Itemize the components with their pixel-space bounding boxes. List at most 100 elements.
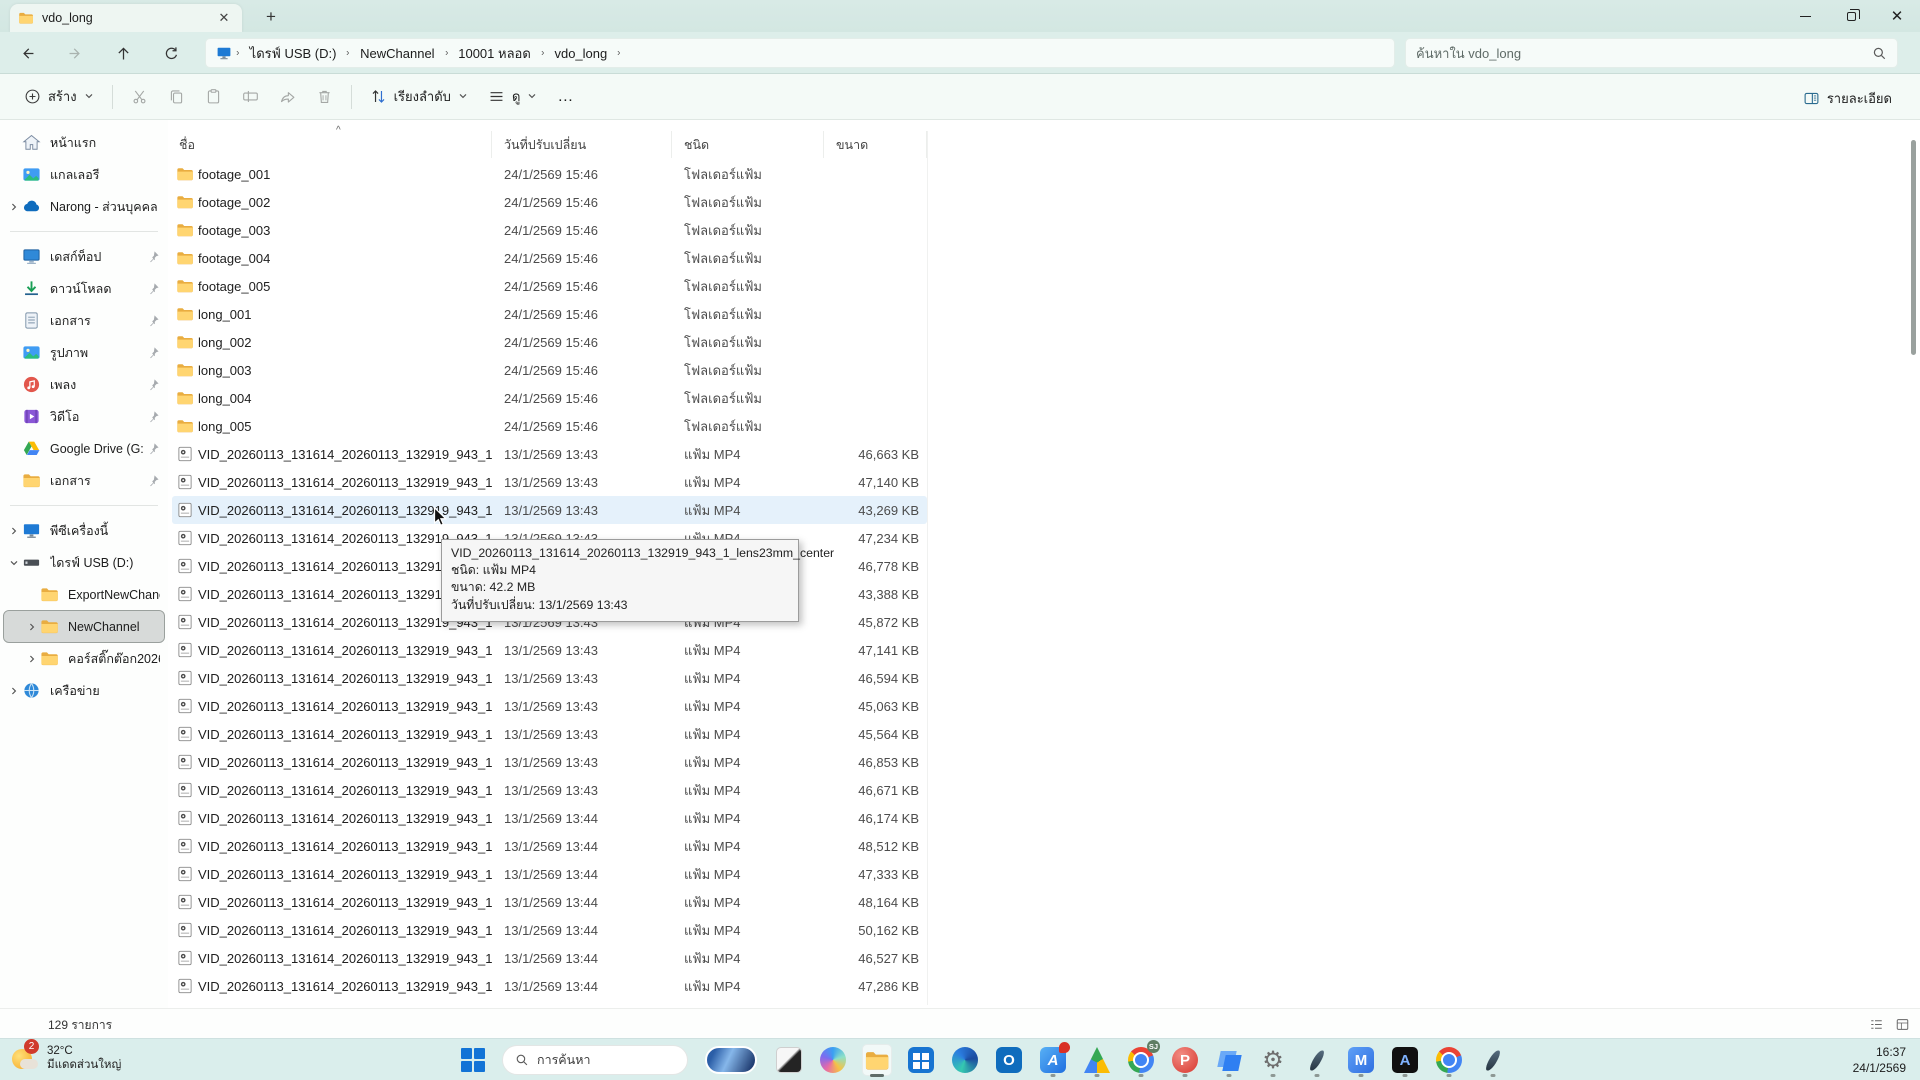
sidebar-item-เดสก์ท็อป[interactable]: เดสก์ท็อป xyxy=(4,241,164,272)
folder-row[interactable]: long_005 24/1/2569 15:46 โฟลเดอร์แฟ้ม xyxy=(172,412,927,440)
sidebar-item-เครือข่าย[interactable]: เครือข่าย xyxy=(4,675,164,706)
breadcrumb-chevron-icon[interactable]: › xyxy=(441,48,452,59)
folder-row[interactable]: long_002 24/1/2569 15:46 โฟลเดอร์แฟ้ม xyxy=(172,328,927,356)
new-tab-button[interactable]: + xyxy=(258,5,284,29)
file-row[interactable]: VID_20260113_131614_20260113_132919_943_… xyxy=(172,692,927,720)
file-row[interactable]: VID_20260113_131614_20260113_132919_943_… xyxy=(172,916,927,944)
large-icons-view-toggle[interactable] xyxy=(1892,1014,1912,1034)
copilot-icon[interactable] xyxy=(818,1044,848,1076)
minimize-button[interactable] xyxy=(1782,0,1828,32)
more-options-button[interactable]: … xyxy=(547,81,584,113)
m-app-icon[interactable]: M xyxy=(1346,1044,1376,1076)
sidebar-item-รูปภาพ[interactable]: รูปภาพ xyxy=(4,337,164,368)
details-pane-button[interactable]: รายละเอียด xyxy=(1793,81,1902,116)
folder-row[interactable]: footage_004 24/1/2569 15:46 โฟลเดอร์แฟ้ม xyxy=(172,244,927,272)
sidebar-item-narong---ส่วนบุคคล[interactable]: Narong - ส่วนบุคคล xyxy=(4,191,164,222)
breadcrumb-chevron-icon[interactable]: › xyxy=(233,48,244,59)
sidebar-item-เอกสาร[interactable]: เอกสาร xyxy=(4,305,164,336)
folder-row[interactable]: long_001 24/1/2569 15:46 โฟลเดอร์แฟ้ม xyxy=(172,300,927,328)
new-button[interactable]: สร้าง xyxy=(14,79,104,114)
breadcrumb[interactable]: ›ไดรฟ์ USB (D:)›NewChannel›10001 หลอด›vd… xyxy=(205,38,1395,68)
delete-button[interactable] xyxy=(306,81,343,112)
sidebar-item-แกลเลอรี[interactable]: แกลเลอรี xyxy=(4,159,164,190)
share-button[interactable] xyxy=(269,81,306,112)
search-input[interactable] xyxy=(1416,46,1872,61)
this-pc-icon[interactable] xyxy=(216,45,232,61)
file-row[interactable]: VID_20260113_131614_20260113_132919_943_… xyxy=(172,776,927,804)
close-button[interactable]: ✕ xyxy=(1874,0,1920,32)
breadcrumb-item[interactable]: vdo_long xyxy=(548,44,613,63)
sidebar-item-คอร์สติ๊กต๊อก2026[interactable]: คอร์สติ๊กต๊อก2026 xyxy=(4,643,164,674)
folder-row[interactable]: footage_002 24/1/2569 15:46 โฟลเดอร์แฟ้ม xyxy=(172,188,927,216)
chrome-profile-icon[interactable]: SJ xyxy=(1126,1044,1156,1076)
view-button[interactable]: ดู xyxy=(478,79,547,114)
tab-close-icon[interactable]: ✕ xyxy=(214,8,234,28)
breadcrumb-chevron-icon[interactable]: › xyxy=(537,48,548,59)
sidebar-item-google-drive-(g:[interactable]: Google Drive (G: xyxy=(4,433,164,464)
quill-app-icon[interactable] xyxy=(1302,1044,1332,1076)
folder-row[interactable]: footage_001 24/1/2569 15:46 โฟลเดอร์แฟ้ม xyxy=(172,160,927,188)
file-explorer-icon[interactable] xyxy=(862,1044,892,1076)
column-header-size[interactable]: ขนาด xyxy=(824,131,927,158)
file-row[interactable]: VID_20260113_131614_20260113_132919_943_… xyxy=(172,888,927,916)
file-row[interactable]: VID_20260113_131614_20260113_132919_943_… xyxy=(172,832,927,860)
chevron-icon[interactable] xyxy=(6,202,22,212)
settings-gear-icon[interactable]: ⚙ xyxy=(1258,1044,1288,1076)
sidebar-item-พีซีเครื่องนี้[interactable]: พีซีเครื่องนี้ xyxy=(4,515,164,546)
scrollbar-thumb[interactable] xyxy=(1911,140,1916,355)
folder-row[interactable]: long_003 24/1/2569 15:46 โฟลเดอร์แฟ้ม xyxy=(172,356,927,384)
sidebar-item-เอกสาร[interactable]: เอกสาร xyxy=(4,465,164,496)
taskbar-clock[interactable]: 16:37 24/1/2569 xyxy=(1853,1045,1906,1076)
list-view-toggle[interactable] xyxy=(1866,1014,1886,1034)
forward-button[interactable] xyxy=(58,37,92,69)
file-row[interactable]: VID_20260113_131614_20260113_132919_943_… xyxy=(172,636,927,664)
breadcrumb-item[interactable]: 10001 หลอด xyxy=(452,41,537,66)
restore-button[interactable] xyxy=(1828,0,1874,32)
sidebar-item-ดาวน์โหลด[interactable]: ดาวน์โหลด xyxy=(4,273,164,304)
chevron-icon[interactable] xyxy=(24,622,40,632)
file-row[interactable]: VID_20260113_131614_20260113_132919_943_… xyxy=(172,720,927,748)
vertical-scrollbar[interactable] xyxy=(1908,128,1918,1006)
blue-layers-app-icon[interactable] xyxy=(1214,1044,1244,1076)
outlook-icon[interactable]: O xyxy=(994,1044,1024,1076)
google-drive-icon[interactable] xyxy=(1082,1044,1112,1076)
cut-button[interactable] xyxy=(121,81,158,112)
file-row[interactable]: VID_20260113_131614_20260113_132919_943_… xyxy=(172,748,927,776)
file-row[interactable]: VID_20260113_131614_20260113_132919_943_… xyxy=(172,440,927,468)
search-box[interactable] xyxy=(1405,38,1898,68)
breadcrumb-item[interactable]: ไดรฟ์ USB (D:) xyxy=(244,41,343,66)
sidebar-item-exportnewchanel[interactable]: ExportNewChanel xyxy=(4,579,164,610)
taskbar-search-input[interactable] xyxy=(537,1053,657,1067)
breadcrumb-chevron-icon[interactable]: › xyxy=(614,48,625,59)
explorer-tab[interactable]: vdo_long ✕ xyxy=(10,4,242,32)
up-button[interactable] xyxy=(106,37,140,69)
taskbar-search[interactable] xyxy=(502,1045,688,1075)
file-row[interactable]: VID_20260113_131614_20260113_132919_943_… xyxy=(172,804,927,832)
chevron-icon[interactable] xyxy=(24,654,40,664)
file-row[interactable]: VID_20260113_131614_20260113_132919_943_… xyxy=(172,860,927,888)
column-header-type[interactable]: ชนิด xyxy=(672,131,824,158)
a-app-icon[interactable]: A xyxy=(1390,1044,1420,1076)
start-button[interactable] xyxy=(458,1044,488,1076)
chevron-icon[interactable] xyxy=(6,558,22,568)
microsoft-store-icon[interactable] xyxy=(906,1044,936,1076)
column-header-name[interactable]: ชื่อ ^ xyxy=(172,131,492,158)
file-row[interactable]: VID_20260113_131614_20260113_132919_943_… xyxy=(172,944,927,972)
back-button[interactable] xyxy=(10,37,44,69)
edge-icon[interactable] xyxy=(950,1044,980,1076)
file-row[interactable]: VID_20260113_131614_20260113_132919_943_… xyxy=(172,972,927,1000)
paste-button[interactable] xyxy=(195,81,232,112)
sidebar-item-ไดรฟ์-usb-(d:)[interactable]: ไดรฟ์ USB (D:) xyxy=(4,547,164,578)
rename-button[interactable] xyxy=(232,81,269,112)
breadcrumb-chevron-icon[interactable]: › xyxy=(343,48,354,59)
column-header-date[interactable]: วันที่ปรับเปลี่ยน xyxy=(492,131,672,158)
chevron-icon[interactable] xyxy=(6,526,22,536)
widgets-icon[interactable] xyxy=(702,1044,760,1076)
sidebar-item-newchannel[interactable]: NewChannel xyxy=(4,611,164,642)
chevron-icon[interactable] xyxy=(6,686,22,696)
folder-row[interactable]: long_004 24/1/2569 15:46 โฟลเดอร์แฟ้ม xyxy=(172,384,927,412)
copy-button[interactable] xyxy=(158,81,195,112)
red-p-app-icon[interactable]: P xyxy=(1170,1044,1200,1076)
refresh-button[interactable] xyxy=(154,37,188,69)
quill-app-2-icon[interactable] xyxy=(1478,1044,1508,1076)
